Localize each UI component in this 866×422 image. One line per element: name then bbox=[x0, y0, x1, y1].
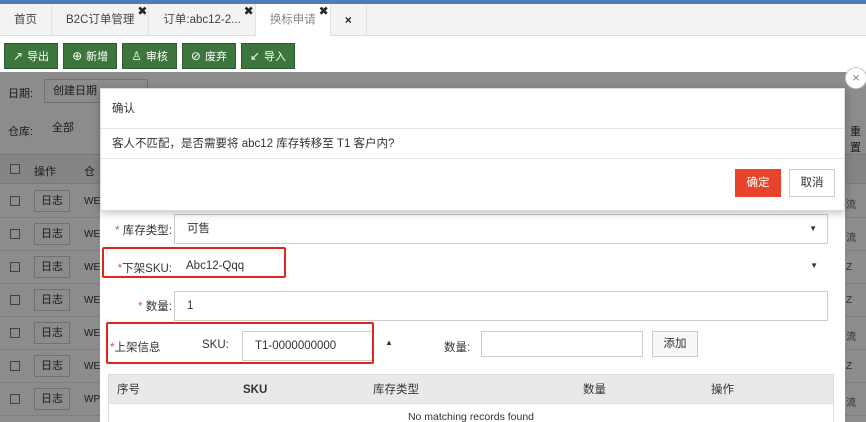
export-icon: ↗ bbox=[13, 49, 24, 63]
qty2-label: 数量: bbox=[444, 342, 471, 354]
table-header: 序号 SKU 库存类型 数量 操作 bbox=[108, 374, 834, 404]
modal-close-icon[interactable]: × bbox=[845, 67, 866, 89]
qty-label: * 数量: bbox=[138, 301, 172, 313]
column-header: 数量 bbox=[583, 384, 606, 396]
audit-button[interactable]: ♙ 审核 bbox=[122, 43, 177, 69]
tab-label-swap[interactable]: 换标申请 ✖ bbox=[255, 4, 331, 36]
highlight-box bbox=[106, 322, 374, 364]
close-icon[interactable]: ✖ bbox=[244, 0, 254, 27]
toolbar: ↗ 导出 ⊕ 新增 ♙ 审核 ⊘ 废弃 ↙ 导入 bbox=[4, 43, 296, 69]
tab-order-detail[interactable]: 订单:abc12-2... ✖ bbox=[149, 4, 256, 36]
confirm-ok-button[interactable]: 确定 bbox=[735, 169, 781, 197]
sku-table: 序号 SKU 库存类型 数量 操作 No matching records fo… bbox=[108, 374, 834, 422]
add-button[interactable]: ⊕ 新增 bbox=[63, 43, 118, 69]
close-all-tabs-button[interactable]: × bbox=[331, 4, 367, 36]
add-button[interactable]: 添加 bbox=[652, 331, 698, 357]
stock-type-label: * 库存类型: bbox=[115, 225, 172, 237]
chevron-down-icon: ▼ bbox=[809, 224, 817, 233]
audit-icon: ♙ bbox=[131, 49, 142, 63]
column-header: 序号 bbox=[117, 384, 140, 396]
confirm-cancel-button[interactable]: 取消 bbox=[789, 169, 835, 197]
discard-icon: ⊘ bbox=[190, 49, 201, 63]
dialog-title: 确认 bbox=[101, 89, 844, 129]
import-icon: ↙ bbox=[249, 49, 261, 63]
empty-table-message: No matching records found bbox=[108, 404, 834, 422]
discard-button[interactable]: ⊘ 废弃 bbox=[181, 43, 236, 69]
close-icon[interactable]: ✖ bbox=[319, 0, 329, 27]
close-icon[interactable]: ✖ bbox=[137, 0, 147, 27]
add-icon: ⊕ bbox=[72, 49, 83, 63]
highlight-box bbox=[102, 247, 286, 278]
chevron-up-icon[interactable]: ▲ bbox=[385, 338, 393, 347]
dialog-message: 客人不匹配，是否需要将 abc12 库存转移至 T1 客户内? bbox=[101, 129, 844, 159]
column-header: SKU bbox=[243, 384, 268, 396]
export-button[interactable]: ↗ 导出 bbox=[4, 43, 59, 69]
qty-input[interactable]: 1 bbox=[174, 291, 828, 321]
chevron-down-icon: ▼ bbox=[810, 261, 818, 270]
stock-type-select[interactable]: 可售 ▼ bbox=[174, 214, 828, 244]
column-header: 操作 bbox=[711, 384, 734, 396]
column-header: 库存类型 bbox=[373, 384, 419, 396]
tab-home[interactable]: 首页 bbox=[0, 4, 52, 36]
confirm-dialog: 确认 客人不匹配，是否需要将 abc12 库存转移至 T1 客户内? 确定 取消 bbox=[100, 88, 845, 211]
tab-b2c-orders[interactable]: B2C订单管理 ✖ bbox=[52, 4, 150, 36]
tab-bar: 首页 B2C订单管理 ✖ 订单:abc12-2... ✖ 换标申请 ✖ × bbox=[0, 4, 866, 36]
qty2-input[interactable] bbox=[481, 331, 643, 357]
import-button[interactable]: ↙ 导入 bbox=[240, 43, 296, 69]
